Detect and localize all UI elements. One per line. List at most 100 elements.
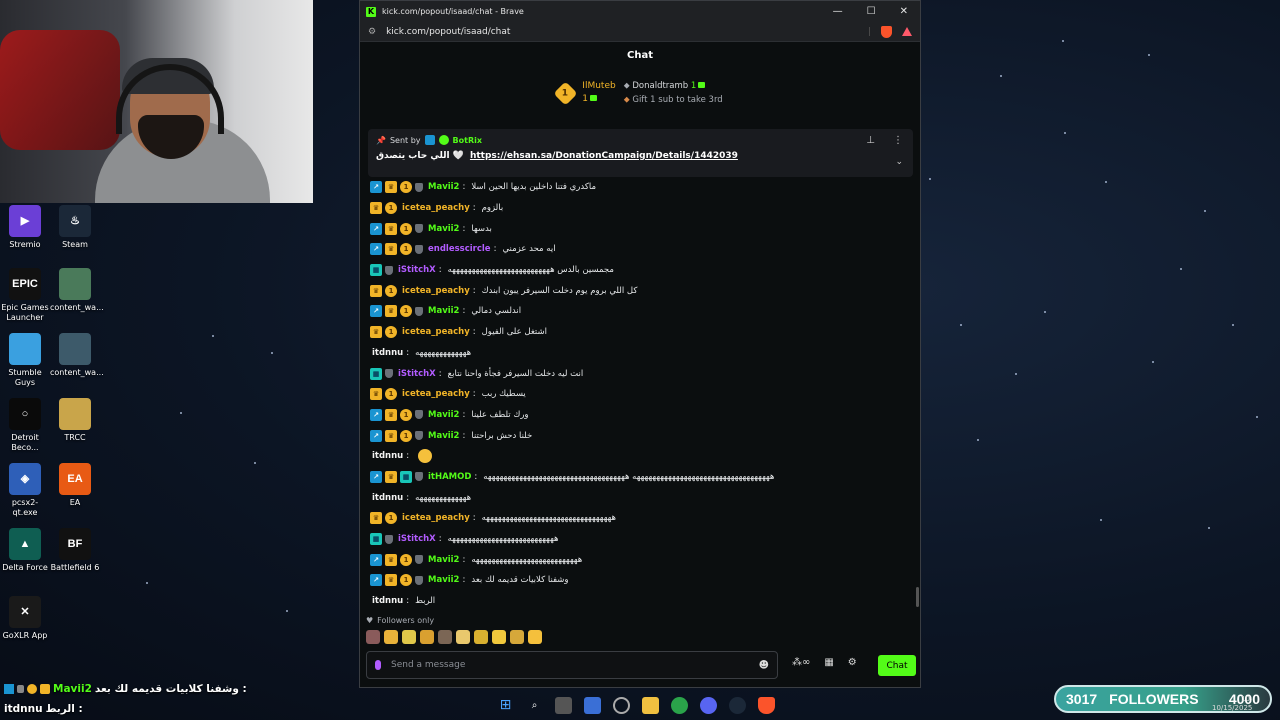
- months-badge-icon[interactable]: 1: [400, 553, 412, 566]
- desktop-icon[interactable]: Stumble Guys: [0, 333, 50, 388]
- months-badge-icon[interactable]: 1: [400, 181, 412, 194]
- months-badge-icon[interactable]: 1: [385, 202, 397, 215]
- chat-username[interactable]: Mavii2: [428, 306, 459, 316]
- maximize-icon[interactable]: ☐: [867, 6, 876, 17]
- crown-badge-icon[interactable]: ♛: [385, 553, 397, 566]
- crown-badge-icon[interactable]: ♛: [385, 408, 397, 421]
- chat-username[interactable]: itHAMOD: [428, 472, 471, 482]
- sub-badge-icon[interactable]: [385, 265, 393, 275]
- crown-badge-icon[interactable]: ♛: [385, 222, 397, 235]
- store-app-icon[interactable]: [584, 696, 601, 714]
- gift-prompt[interactable]: Gift 1 sub to take 3rd: [632, 95, 722, 105]
- chat-username[interactable]: Mavii2: [428, 224, 459, 234]
- months-badge-icon[interactable]: 1: [400, 222, 412, 235]
- chat-username[interactable]: itdnnu: [372, 348, 403, 358]
- chrome-icon[interactable]: [671, 696, 688, 714]
- discord-icon[interactable]: [700, 696, 717, 714]
- chat-username[interactable]: Mavii2: [428, 410, 459, 420]
- desktop-icon[interactable]: ✕ GoXLR App: [0, 596, 50, 641]
- sub-badge-icon[interactable]: [415, 306, 423, 316]
- desktop-icon[interactable]: ▲ Delta Force: [0, 528, 50, 573]
- emote[interactable]: [384, 630, 398, 644]
- emoji-picker-icon[interactable]: ☻: [759, 660, 769, 671]
- chevron-down-icon[interactable]: ⌄: [895, 157, 903, 167]
- emote[interactable]: [438, 630, 452, 644]
- crown-badge-icon[interactable]: ♛: [370, 388, 382, 401]
- months-badge-icon[interactable]: 1: [385, 512, 397, 525]
- chat-username[interactable]: Mavii2: [428, 555, 459, 565]
- brave-rewards-icon[interactable]: [902, 27, 912, 36]
- desktop-icon[interactable]: ♨ Steam: [50, 205, 100, 250]
- sub-badge-icon[interactable]: [385, 369, 393, 379]
- sub-badge-icon[interactable]: [385, 534, 393, 544]
- months-badge-icon[interactable]: 1: [385, 388, 397, 401]
- months-badge-icon[interactable]: 1: [400, 243, 412, 256]
- chat-username[interactable]: icetea_peachy: [402, 286, 470, 296]
- desktop-icon[interactable]: ▶ Stremio: [0, 205, 50, 250]
- more-options-icon[interactable]: ⋮: [893, 135, 903, 146]
- desktop-icon[interactable]: content_wa...: [50, 268, 104, 313]
- chat-username[interactable]: itdnnu: [372, 493, 403, 503]
- months-badge-icon[interactable]: 1: [400, 574, 412, 587]
- store-icon[interactable]: ▦: [824, 657, 833, 668]
- title-bar[interactable]: K kick.com/popout/isaad/chat - Brave — ☐…: [360, 1, 920, 22]
- sub-badge-icon[interactable]: [415, 410, 423, 420]
- sub-badge-icon[interactable]: [415, 224, 423, 234]
- chat-username[interactable]: endlesscircle: [428, 244, 491, 254]
- leaderboard-first-user[interactable]: IlMuteb: [582, 80, 615, 93]
- moderator-badge-icon[interactable]: ↗: [370, 243, 382, 256]
- months-badge-icon[interactable]: 1: [385, 326, 397, 339]
- message-input-placeholder[interactable]: Send a message: [391, 660, 465, 670]
- chat-username[interactable]: Mavii2: [428, 575, 459, 585]
- points-icon[interactable]: ⁂∞: [792, 657, 810, 668]
- brave-shield-icon[interactable]: [881, 25, 892, 38]
- steam-taskbar-icon[interactable]: [729, 696, 746, 714]
- sub-badge-icon[interactable]: [415, 244, 423, 254]
- emote[interactable]: [492, 630, 506, 644]
- sub-badge-icon[interactable]: [415, 182, 423, 192]
- chat-username[interactable]: itdnnu: [372, 596, 403, 606]
- sub-badge-icon[interactable]: [415, 472, 423, 482]
- send-chat-button[interactable]: Chat: [878, 655, 916, 676]
- emote[interactable]: [420, 630, 434, 644]
- moderator-badge-icon[interactable]: ↗: [370, 553, 382, 566]
- moderator-badge-icon[interactable]: ↗: [370, 574, 382, 587]
- moderator-badge-icon[interactable]: ↗: [370, 429, 382, 442]
- sub-badge-icon[interactable]: [415, 575, 423, 585]
- moderator-badge-icon[interactable]: ↗: [370, 470, 382, 483]
- url-text[interactable]: kick.com/popout/isaad/chat: [386, 27, 510, 37]
- brave-icon[interactable]: [758, 696, 775, 714]
- crown-badge-icon[interactable]: ♛: [370, 284, 382, 297]
- desktop-icon[interactable]: ○ Detroit Beco...: [0, 398, 50, 453]
- desktop-icon[interactable]: ◈ pcsx2-qt.exe: [0, 463, 50, 518]
- chat-username[interactable]: icetea_peachy: [402, 203, 470, 213]
- emote[interactable]: [528, 630, 542, 644]
- crown-badge-icon[interactable]: ♛: [385, 470, 397, 483]
- chat-username[interactable]: icetea_peachy: [402, 389, 470, 399]
- crown-badge-icon[interactable]: ♛: [385, 305, 397, 318]
- crown-badge-icon[interactable]: ♛: [385, 243, 397, 256]
- crown-badge-icon[interactable]: ♛: [370, 512, 382, 525]
- chat-scrollbar[interactable]: [916, 587, 919, 607]
- og-badge-icon[interactable]: ▦: [400, 470, 412, 483]
- desktop-icon[interactable]: TRCC: [50, 398, 100, 443]
- emote[interactable]: [402, 630, 416, 644]
- close-icon[interactable]: ✕: [900, 6, 908, 17]
- crown-badge-icon[interactable]: ♛: [385, 181, 397, 194]
- crown-badge-icon[interactable]: ♛: [370, 202, 382, 215]
- address-bar[interactable]: ⚙ kick.com/popout/isaad/chat |: [360, 22, 920, 42]
- months-badge-icon[interactable]: 1: [400, 408, 412, 421]
- unpin-icon[interactable]: ⊥: [866, 135, 875, 146]
- desktop-icon[interactable]: EA EA: [50, 463, 100, 508]
- emote[interactable]: [474, 630, 488, 644]
- leaderboard-second-user[interactable]: Donaldtramb: [632, 81, 688, 91]
- obs-icon[interactable]: [613, 696, 630, 714]
- system-clock[interactable]: 10: 10/15/2025: [1212, 695, 1252, 713]
- crown-badge-icon[interactable]: ♛: [385, 429, 397, 442]
- emote[interactable]: [366, 630, 380, 644]
- chat-username[interactable]: iStitchX: [398, 265, 436, 275]
- file-explorer-icon[interactable]: [642, 696, 659, 714]
- chat-username[interactable]: icetea_peachy: [402, 327, 470, 337]
- chat-username[interactable]: Mavii2: [428, 431, 459, 441]
- moderator-badge-icon[interactable]: ↗: [370, 408, 382, 421]
